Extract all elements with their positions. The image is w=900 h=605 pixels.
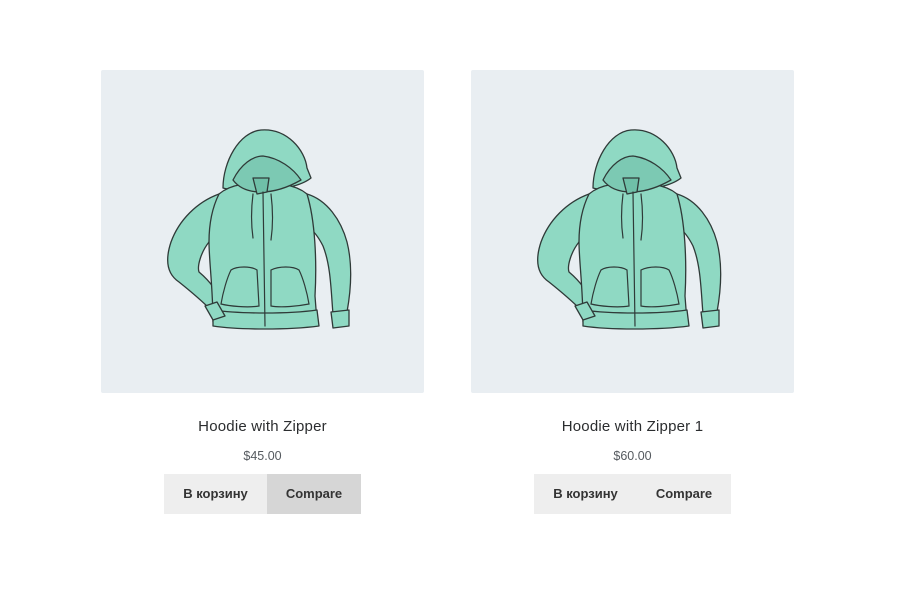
product-price: $60.00 (613, 449, 652, 463)
compare-button[interactable]: Compare (267, 474, 361, 514)
product-price: $45.00 (243, 449, 282, 463)
add-to-cart-button[interactable]: В корзину (164, 474, 267, 514)
product-image[interactable] (101, 70, 424, 393)
hoodie-image (167, 129, 352, 330)
product-grid: Hoodie with Zipper $45.00 В корзину Comp… (0, 0, 900, 605)
product-card: Hoodie with Zipper $45.00 В корзину Comp… (101, 70, 424, 514)
compare-button[interactable]: Compare (637, 474, 731, 514)
product-actions: В корзину Compare (101, 474, 424, 514)
hoodie-image (537, 129, 722, 330)
product-image[interactable] (471, 70, 794, 393)
product-card: Hoodie with Zipper 1 $60.00 В корзину Co… (471, 70, 794, 514)
add-to-cart-button[interactable]: В корзину (534, 474, 637, 514)
product-actions: В корзину Compare (471, 474, 794, 514)
product-title[interactable]: Hoodie with Zipper (101, 417, 424, 437)
product-title[interactable]: Hoodie with Zipper 1 (471, 417, 794, 437)
